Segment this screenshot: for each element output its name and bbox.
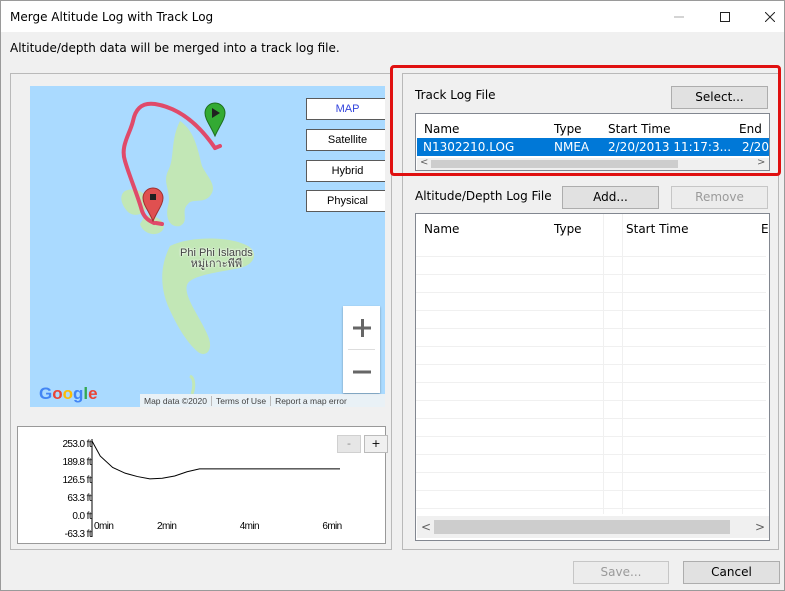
y-tick-label: -63.3 ft	[65, 529, 92, 540]
window-title: Merge Altitude Log with Track Log	[10, 10, 214, 24]
track-log-list[interactable]: Name Type Start Time End N1302210.LOG NM…	[415, 113, 770, 171]
scroll-thumb[interactable]	[431, 160, 678, 168]
google-logo: Google	[39, 384, 98, 403]
scroll-left-icon[interactable]: <	[421, 520, 431, 534]
chart-zoom-in-button[interactable]: +	[364, 435, 388, 453]
report-map-error-link[interactable]: Report a map error	[271, 396, 351, 406]
column-end[interactable]: E	[761, 222, 769, 236]
column-start-time[interactable]: Start Time	[608, 122, 671, 136]
maximize-button[interactable]	[702, 1, 748, 32]
add-button[interactable]: Add...	[562, 186, 659, 209]
map-type-satellite-button[interactable]: Satellite	[306, 129, 385, 151]
column-start-time[interactable]: Start Time	[626, 222, 689, 236]
zoom-in-button[interactable]	[343, 306, 380, 349]
close-icon	[765, 11, 775, 22]
row-start-time: 2/20/2013 11:17:3...	[608, 140, 732, 154]
minus-icon	[352, 370, 371, 373]
cancel-button[interactable]: Cancel	[683, 561, 780, 584]
minimize-icon	[674, 16, 684, 17]
scroll-left-icon[interactable]: <	[420, 157, 428, 168]
title-bar: Merge Altitude Log with Track Log	[1, 1, 784, 32]
map-panel: Phi Phi Islands หมู่เกาะพีพี MAP Satelli…	[10, 73, 392, 550]
save-button: Save...	[573, 561, 669, 584]
scroll-right-icon[interactable]: >	[755, 520, 765, 534]
remove-button: Remove	[671, 186, 768, 209]
x-tick-label: 0min	[94, 521, 113, 532]
y-tick-label: 126.5 ft	[62, 475, 91, 486]
map-data-text: Map data ©2020	[140, 396, 212, 406]
altitude-chart: - + 253.0 ft 189.8 ft 126.5 ft 63.3 ft 0.0 f…	[17, 426, 388, 544]
track-log-label: Track Log File	[415, 88, 496, 102]
scroll-thumb[interactable]	[434, 520, 730, 534]
scroll-right-icon[interactable]: >	[757, 157, 765, 168]
minimize-button[interactable]	[656, 1, 702, 32]
altitude-series-line	[91, 440, 340, 480]
column-type[interactable]: Type	[554, 222, 582, 236]
y-tick-label: 0.0 ft	[72, 511, 91, 522]
column-name[interactable]: Name	[424, 122, 459, 136]
column-type[interactable]: Type	[554, 122, 582, 136]
column-name[interactable]: Name	[424, 222, 459, 236]
map-type-map-button[interactable]: MAP	[306, 98, 385, 120]
y-tick-label: 189.8 ft	[62, 457, 91, 468]
row-end: 2/20	[742, 140, 769, 154]
altitude-log-label: Altitude/Depth Log File	[415, 189, 552, 203]
track-log-hscroll[interactable]: < >	[417, 157, 769, 170]
close-button[interactable]	[747, 1, 785, 32]
altitude-log-list[interactable]: Name Type Start Time E < >	[415, 213, 770, 541]
map-type-hybrid-button[interactable]: Hybrid	[306, 160, 385, 182]
description-text: Altitude/depth data will be merged into …	[10, 41, 340, 55]
column-end[interactable]: End	[739, 122, 762, 136]
x-tick-label: 2min	[157, 521, 176, 532]
select-button[interactable]: Select...	[671, 86, 768, 109]
zoom-out-button[interactable]	[343, 350, 380, 393]
terms-of-use-link[interactable]: Terms of Use	[212, 396, 272, 406]
x-tick-label: 4min	[240, 521, 259, 532]
row-name: N1302210.LOG	[423, 140, 515, 154]
row-type: NMEA	[554, 140, 590, 154]
zoom-control	[343, 306, 380, 393]
place-label: Phi Phi Islands หมู่เกาะพีพี	[180, 247, 253, 270]
map-attribution: Map data ©2020 Terms of Use Report a map…	[140, 394, 385, 407]
merge-dialog: Merge Altitude Log with Track Log Altitu…	[0, 0, 785, 591]
map-type-physical-button[interactable]: Physical	[306, 190, 385, 212]
maximize-icon	[720, 11, 730, 22]
plus-icon	[352, 318, 371, 337]
x-tick-label: 6min	[322, 521, 341, 532]
altitude-plot: 253.0 ft 189.8 ft 126.5 ft 63.3 ft 0.0 ft -63…	[62, 439, 342, 540]
y-tick-label: 253.0 ft	[62, 439, 91, 450]
map-view[interactable]: Phi Phi Islands หมู่เกาะพีพี MAP Satelli…	[30, 86, 385, 407]
altitude-log-hscroll[interactable]: < >	[417, 516, 769, 538]
y-tick-label: 63.3 ft	[67, 493, 91, 504]
table-row[interactable]: N1302210.LOG NMEA 2/20/2013 11:17:3... 2…	[417, 138, 769, 156]
